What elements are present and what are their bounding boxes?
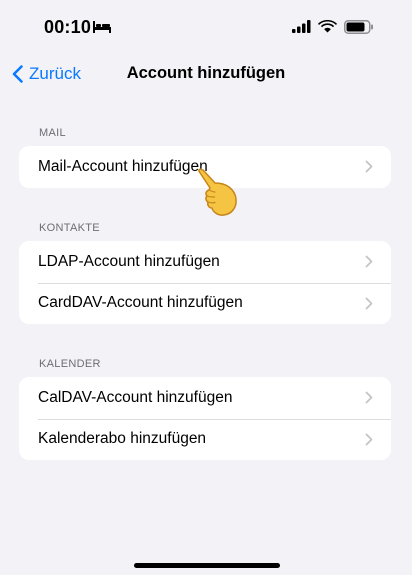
chevron-right-icon [365,297,373,309]
row-add-calendar-subscription[interactable]: Kalenderabo hinzufügen [19,418,391,461]
row-add-caldav-account[interactable]: CalDAV-Account hinzufügen [19,377,391,419]
row-add-carddav-account[interactable]: CardDAV-Account hinzufügen [19,282,391,325]
row-label: CardDAV-Account hinzufügen [38,294,243,312]
row-label: LDAP-Account hinzufügen [38,252,220,270]
row-label: Mail-Account hinzufügen [38,157,208,175]
section-header-mail: MAIL [39,127,66,139]
chevron-right-icon [365,433,373,445]
contacts-group: LDAP-Account hinzufügen CardDAV-Account … [19,241,391,324]
row-label: Kalenderabo hinzufügen [38,430,207,448]
pointing-hand-icon [198,168,237,216]
chevron-right-icon [365,391,373,404]
row-add-ldap-account[interactable]: LDAP-Account hinzufügen [19,241,391,283]
signal-icon [292,20,311,33]
section-header-contacts: KONTAKTE [39,222,100,234]
wifi-icon [318,20,337,33]
chevron-right-icon [365,255,373,268]
section-header-calendar: KALENDER [39,358,101,370]
status-bar: 00:10 [0,0,412,54]
navigation-bar: Zurück Account hinzufügen [0,54,412,94]
status-time: 00:10 [44,17,92,37]
battery-icon [344,20,373,34]
chevron-right-icon [365,160,373,173]
home-indicator[interactable] [134,563,280,568]
calendar-group: CalDAV-Account hinzufügen Kalenderabo hi… [19,377,391,460]
page-title: Account hinzufügen [126,64,286,82]
bed-icon [93,21,111,33]
row-label: CalDAV-Account hinzufügen [38,388,233,406]
